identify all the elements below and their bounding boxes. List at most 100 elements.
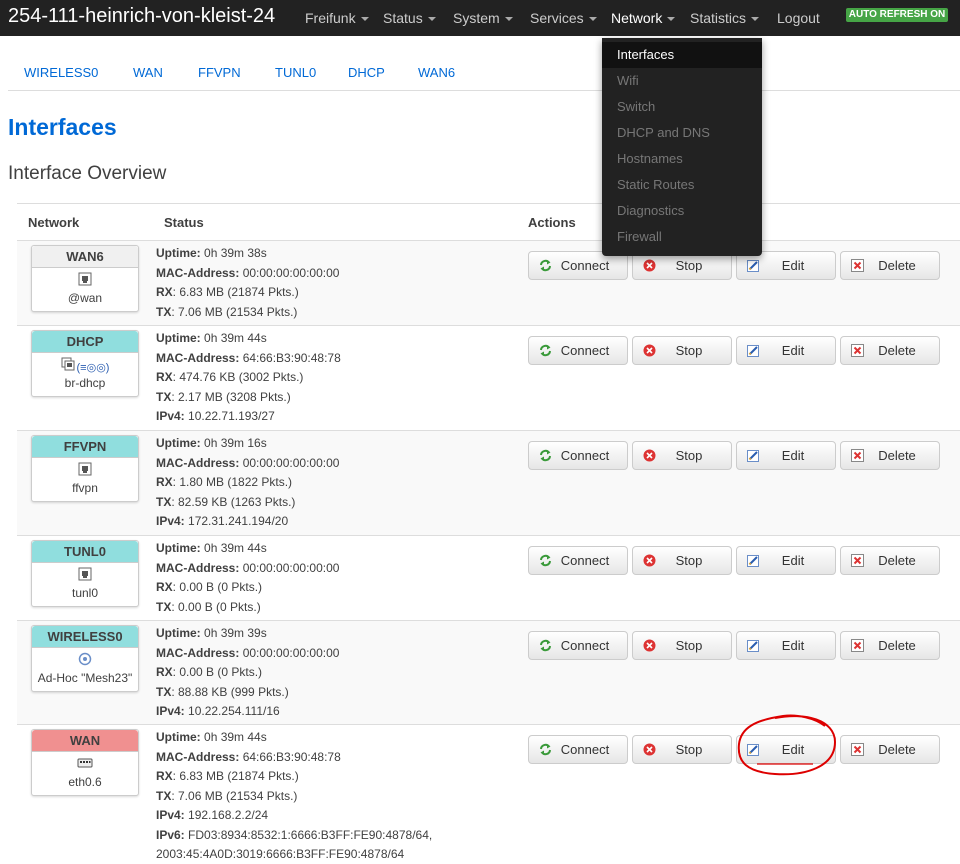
delete-button[interactable]: Delete (840, 631, 940, 660)
column-header-actions: Actions (528, 215, 576, 230)
ipv4-value: 192.168.2.2/24 (188, 808, 269, 822)
menu-freifunk[interactable]: Freifunk (305, 10, 369, 26)
menu-services[interactable]: Services (530, 10, 597, 26)
uptime-value: 0h 39m 38s (204, 246, 267, 260)
delete-button[interactable]: Delete (840, 251, 940, 280)
column-header-network: Network (28, 215, 80, 230)
connect-button[interactable]: Connect (528, 546, 628, 575)
uptime-label: Uptime: (156, 541, 201, 555)
stop-button[interactable]: Stop (632, 336, 732, 365)
tx-value: : 0.00 B (0 Pkts.) (171, 599, 261, 614)
tx-label: TX (156, 684, 172, 699)
edit-button[interactable]: Edit (736, 546, 836, 575)
chevron-down-icon (588, 17, 597, 22)
edit-button[interactable]: Edit (736, 631, 836, 660)
mac-label: MAC-Address: (156, 350, 240, 365)
page-title: Interfaces (8, 114, 117, 140)
tab-dhcp[interactable]: DHCP (348, 65, 385, 80)
mac-label: MAC-Address: (156, 455, 240, 470)
stop-button[interactable]: Stop (632, 546, 732, 575)
mac-value: 00:00:00:00:00:00 (242, 560, 340, 575)
chevron-down-icon (751, 17, 760, 22)
ipv4-label: IPv4: (156, 409, 185, 423)
stop-button[interactable]: Stop (632, 735, 732, 764)
menu-item-dhcp-dns[interactable]: DHCP and DNS (602, 120, 762, 146)
rx-label: RX (156, 665, 173, 679)
menu-item-static-routes[interactable]: Static Routes (602, 172, 762, 198)
tab-wan6[interactable]: WAN6 (418, 65, 455, 80)
menu-item-hostnames[interactable]: Hostnames (602, 146, 762, 172)
interface-name: WAN6 (32, 246, 138, 268)
interface-device: br-dhcp (64, 376, 106, 390)
delete-button[interactable]: Delete (840, 546, 940, 575)
interface-badge: DHCP (≡◎◎) br-dhcp (31, 330, 139, 397)
menu-item-firewall[interactable]: Firewall (602, 224, 762, 250)
tx-label: TX (156, 389, 172, 404)
interface-badge: FFVPN ffvpn (31, 435, 139, 502)
ethernet-port-icon (78, 567, 92, 583)
rx-value: : 6.83 MB (21874 Pkts.) (172, 769, 299, 783)
interface-device: tunl0 (71, 586, 99, 600)
menu-item-wifi[interactable]: Wifi (602, 68, 762, 94)
interface-row-tunl0: TUNL0 tunl0 Uptime: 0h 39m 44s MAC-Addre… (17, 535, 960, 620)
interface-name: WAN (32, 730, 138, 752)
network-dropdown-menu: Interfaces Wifi Switch DHCP and DNS Host… (602, 38, 762, 256)
menu-item-switch[interactable]: Switch (602, 94, 762, 120)
rx-value: : 0.00 B (0 Pkts.) (172, 665, 263, 679)
interface-status: Uptime: 0h 39m 44s MAC-Address: 64:66:B3… (156, 329, 341, 427)
tx-label: TX (156, 788, 172, 803)
menu-logout[interactable]: Logout (777, 10, 820, 26)
menu-network[interactable]: Network (611, 10, 676, 26)
edit-button[interactable]: Edit (736, 336, 836, 365)
column-header-status: Status (164, 215, 204, 230)
menu-status[interactable]: Status (383, 10, 436, 26)
interface-device: Ad-Hoc "Mesh23" (37, 671, 133, 685)
edit-button[interactable]: Edit (736, 441, 836, 470)
delete-button[interactable]: Delete (840, 441, 940, 470)
menu-statistics[interactable]: Statistics (690, 10, 760, 26)
tab-wireless0[interactable]: WIRELESS0 (24, 65, 98, 80)
stop-button[interactable]: Stop (632, 631, 732, 660)
red-circle-annotation (737, 714, 837, 776)
rx-label: RX (156, 769, 173, 783)
interface-status: Uptime: 0h 39m 44s MAC-Address: 00:00:00… (156, 539, 339, 617)
rx-label: RX (156, 475, 173, 489)
ipv6-label: IPv6: (156, 827, 185, 842)
interface-status: Uptime: 0h 39m 39s MAC-Address: 00:00:00… (156, 624, 339, 722)
stop-button[interactable]: Stop (632, 441, 732, 470)
mac-value: 64:66:B3:90:48:78 (242, 350, 341, 365)
uptime-label: Uptime: (156, 331, 201, 345)
ipv4-label: IPv4: (156, 704, 185, 718)
interface-status: Uptime: 0h 39m 38s MAC-Address: 00:00:00… (156, 244, 339, 322)
uptime-label: Uptime: (156, 626, 201, 640)
menu-item-interfaces[interactable]: Interfaces (602, 42, 762, 68)
hostname-brand[interactable]: 254-111-heinrich-von-kleist-24 (8, 5, 275, 28)
interface-table-header: Network Status Actions (17, 203, 960, 230)
menu-item-diagnostics[interactable]: Diagnostics (602, 198, 762, 224)
delete-button[interactable]: Delete (840, 336, 940, 365)
connect-button[interactable]: Connect (528, 336, 628, 365)
connect-button[interactable]: Connect (528, 441, 628, 470)
uptime-label: Uptime: (156, 246, 201, 260)
connect-button[interactable]: Connect (528, 735, 628, 764)
uptime-value: 0h 39m 44s (204, 730, 267, 744)
tab-ffvpn[interactable]: FFVPN (198, 65, 241, 80)
delete-button[interactable]: Delete (840, 735, 940, 764)
auto-refresh-badge[interactable]: AUTO REFRESH ON (846, 8, 948, 22)
interface-row-wan6: WAN6 @wan Uptime: 0h 39m 38s MAC-Address… (17, 240, 960, 325)
ethernet-port-icon (78, 462, 92, 478)
tx-label: TX (156, 599, 172, 614)
uptime-label: Uptime: (156, 436, 201, 450)
chevron-down-icon (427, 17, 436, 22)
connect-button[interactable]: Connect (528, 631, 628, 660)
interface-badge: TUNL0 tunl0 (31, 540, 139, 607)
menu-system[interactable]: System (453, 10, 513, 26)
ipv4-value: 10.22.71.193/27 (188, 409, 275, 423)
tx-value: : 7.06 MB (21534 Pkts.) (171, 788, 298, 803)
interface-row-dhcp: DHCP (≡◎◎) br-dhcp Uptime: 0h 39m 44s MA… (17, 325, 960, 430)
tab-wan[interactable]: WAN (133, 65, 163, 80)
ethernet-port-icon (78, 272, 92, 288)
tab-tunl0[interactable]: TUNL0 (275, 65, 316, 80)
mac-label: MAC-Address: (156, 560, 240, 575)
uptime-value: 0h 39m 39s (204, 626, 267, 640)
